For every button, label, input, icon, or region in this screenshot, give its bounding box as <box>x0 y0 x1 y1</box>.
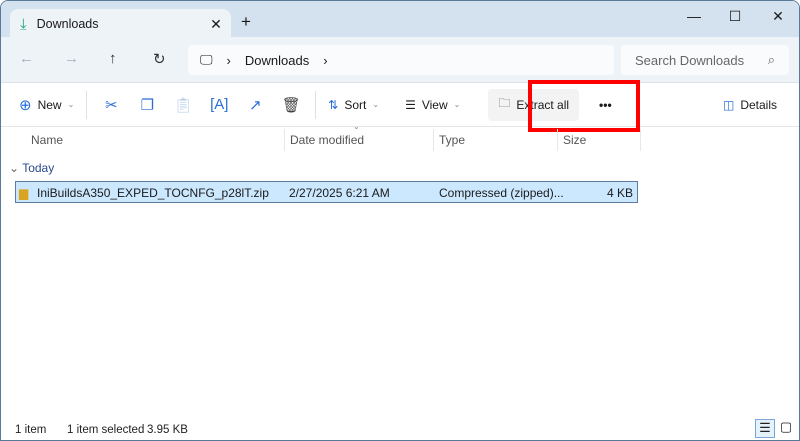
search-placeholder: Search Downloads <box>635 52 745 68</box>
chevron-right-icon[interactable]: › <box>323 53 327 68</box>
tab-downloads[interactable]: ⤓ Downloads ✕ <box>10 9 231 39</box>
extract-label: Extract all <box>516 97 570 112</box>
address-bar[interactable]: 🖵 › Downloads › <box>188 45 614 75</box>
minimize-button[interactable]: — <box>677 5 711 27</box>
close-window-button[interactable]: ✕ <box>761 5 795 27</box>
details-label: Details <box>740 97 777 112</box>
chevron-down-icon: ⌄ <box>372 100 380 109</box>
group-label: Today <box>22 161 55 175</box>
paste-button[interactable]: 📋︎ <box>165 89 201 121</box>
breadcrumb-downloads[interactable]: Downloads <box>245 53 309 68</box>
view-list-icon: ☰ <box>405 97 416 112</box>
zip-folder-icon: ▆ <box>19 186 29 200</box>
view-label: View <box>421 97 448 112</box>
selected-size: 3.95 KB <box>147 424 188 436</box>
download-icon: ⤓ <box>20 15 27 33</box>
new-tab-button[interactable]: + <box>241 12 251 32</box>
details-view-button[interactable]: ☰ <box>755 419 775 438</box>
new-button[interactable]: ⊕ New ⌄ <box>13 89 80 121</box>
paste-icon: 📋︎ <box>173 96 193 114</box>
file-date: 2/27/2025 6:21 AM <box>289 186 390 200</box>
scissors-icon: ✂ <box>105 96 118 114</box>
forward-icon[interactable]: → <box>64 50 79 67</box>
more-options-button[interactable]: ••• <box>593 89 618 121</box>
divider <box>315 90 317 119</box>
column-size[interactable]: Size <box>563 133 586 147</box>
maximize-button[interactable]: ☐ <box>718 5 752 27</box>
sort-icon: ⇅ <box>328 97 339 112</box>
tab-title: Downloads <box>36 17 99 31</box>
address-row: ← → ↑ ↻ 🖵 › Downloads › Search Downloads… <box>1 37 799 83</box>
file-explorer-window: ⤓ Downloads ✕ + — ☐ ✕ ← → ↑ ↻ 🖵 › Downlo… <box>0 0 800 441</box>
file-row[interactable]: ▆ IniBuildsA350_EXPED_TOCNFG_p28lT.zip 2… <box>15 181 638 203</box>
column-name[interactable]: Name <box>31 133 63 147</box>
divider <box>86 90 88 119</box>
title-bar: ⤓ Downloads ✕ + — ☐ ✕ <box>1 1 799 39</box>
close-tab-icon[interactable]: ✕ <box>201 16 231 33</box>
plus-circle-icon: ⊕ <box>19 96 32 114</box>
new-label: New <box>37 97 62 112</box>
folder-extract-icon: 🗀 <box>498 96 511 110</box>
view-button[interactable]: ☰ View ⌄ <box>399 89 466 121</box>
up-icon[interactable]: ↑ <box>109 50 117 67</box>
sort-label: Sort <box>344 97 367 112</box>
file-name: IniBuildsA350_EXPED_TOCNFG_p28lT.zip <box>37 186 269 200</box>
details-pane-icon: ◫ <box>722 97 735 112</box>
extract-all-button[interactable]: 🗀 Extract all <box>488 88 580 121</box>
copy-button[interactable]: ❐ <box>129 89 165 121</box>
command-bar: ⊕ New ⌄ ✂ ❐ 📋︎ [A] ↗ 🗑︎ ⇅ Sort ⌄ ☰ View ⌄ 🗀 Ext… <box>1 83 799 127</box>
share-button[interactable]: ↗ <box>237 89 273 121</box>
delete-button[interactable]: 🗑︎ <box>273 89 309 121</box>
tiles-view-button[interactable]: ▢ <box>776 419 796 438</box>
rename-icon: [A] <box>210 96 229 113</box>
search-icon: ⌕ <box>767 52 775 67</box>
column-header-row: Name Date modified ⌄ Type Size <box>1 122 799 151</box>
selected-count: 1 item selected <box>67 424 145 436</box>
file-type: Compressed (zipped)... <box>439 186 564 200</box>
cut-button[interactable]: ✂ <box>93 89 129 121</box>
column-type[interactable]: Type <box>439 133 465 147</box>
column-date-modified[interactable]: Date modified <box>290 133 364 147</box>
chevron-down-icon: ⌄ <box>453 100 461 109</box>
sort-indicator-icon: ⌄ <box>353 122 360 131</box>
item-count: 1 item <box>15 424 47 436</box>
group-header-today[interactable]: ⌄ Today <box>9 161 54 175</box>
chevron-down-icon: ⌄ <box>67 100 75 109</box>
share-icon: ↗ <box>249 96 262 114</box>
refresh-icon[interactable]: ↻ <box>153 50 166 68</box>
search-input[interactable]: Search Downloads ⌕ <box>621 45 789 75</box>
status-bar: 1 item 1 item selected 3.95 KB ☰ ▢ <box>1 419 799 440</box>
details-button[interactable]: ◫ Details <box>717 89 783 121</box>
copy-icon: ❐ <box>140 96 155 114</box>
rename-button[interactable]: [A] <box>201 89 237 121</box>
computer-icon: 🖵 <box>200 52 213 67</box>
chevron-right-icon[interactable]: › <box>227 53 231 68</box>
trash-icon: 🗑︎ <box>281 96 301 114</box>
sort-button[interactable]: ⇅ Sort ⌄ <box>322 89 385 121</box>
back-icon[interactable]: ← <box>19 50 34 67</box>
chevron-down-icon: ⌄ <box>9 161 20 175</box>
file-size: 4 KB <box>606 186 633 200</box>
